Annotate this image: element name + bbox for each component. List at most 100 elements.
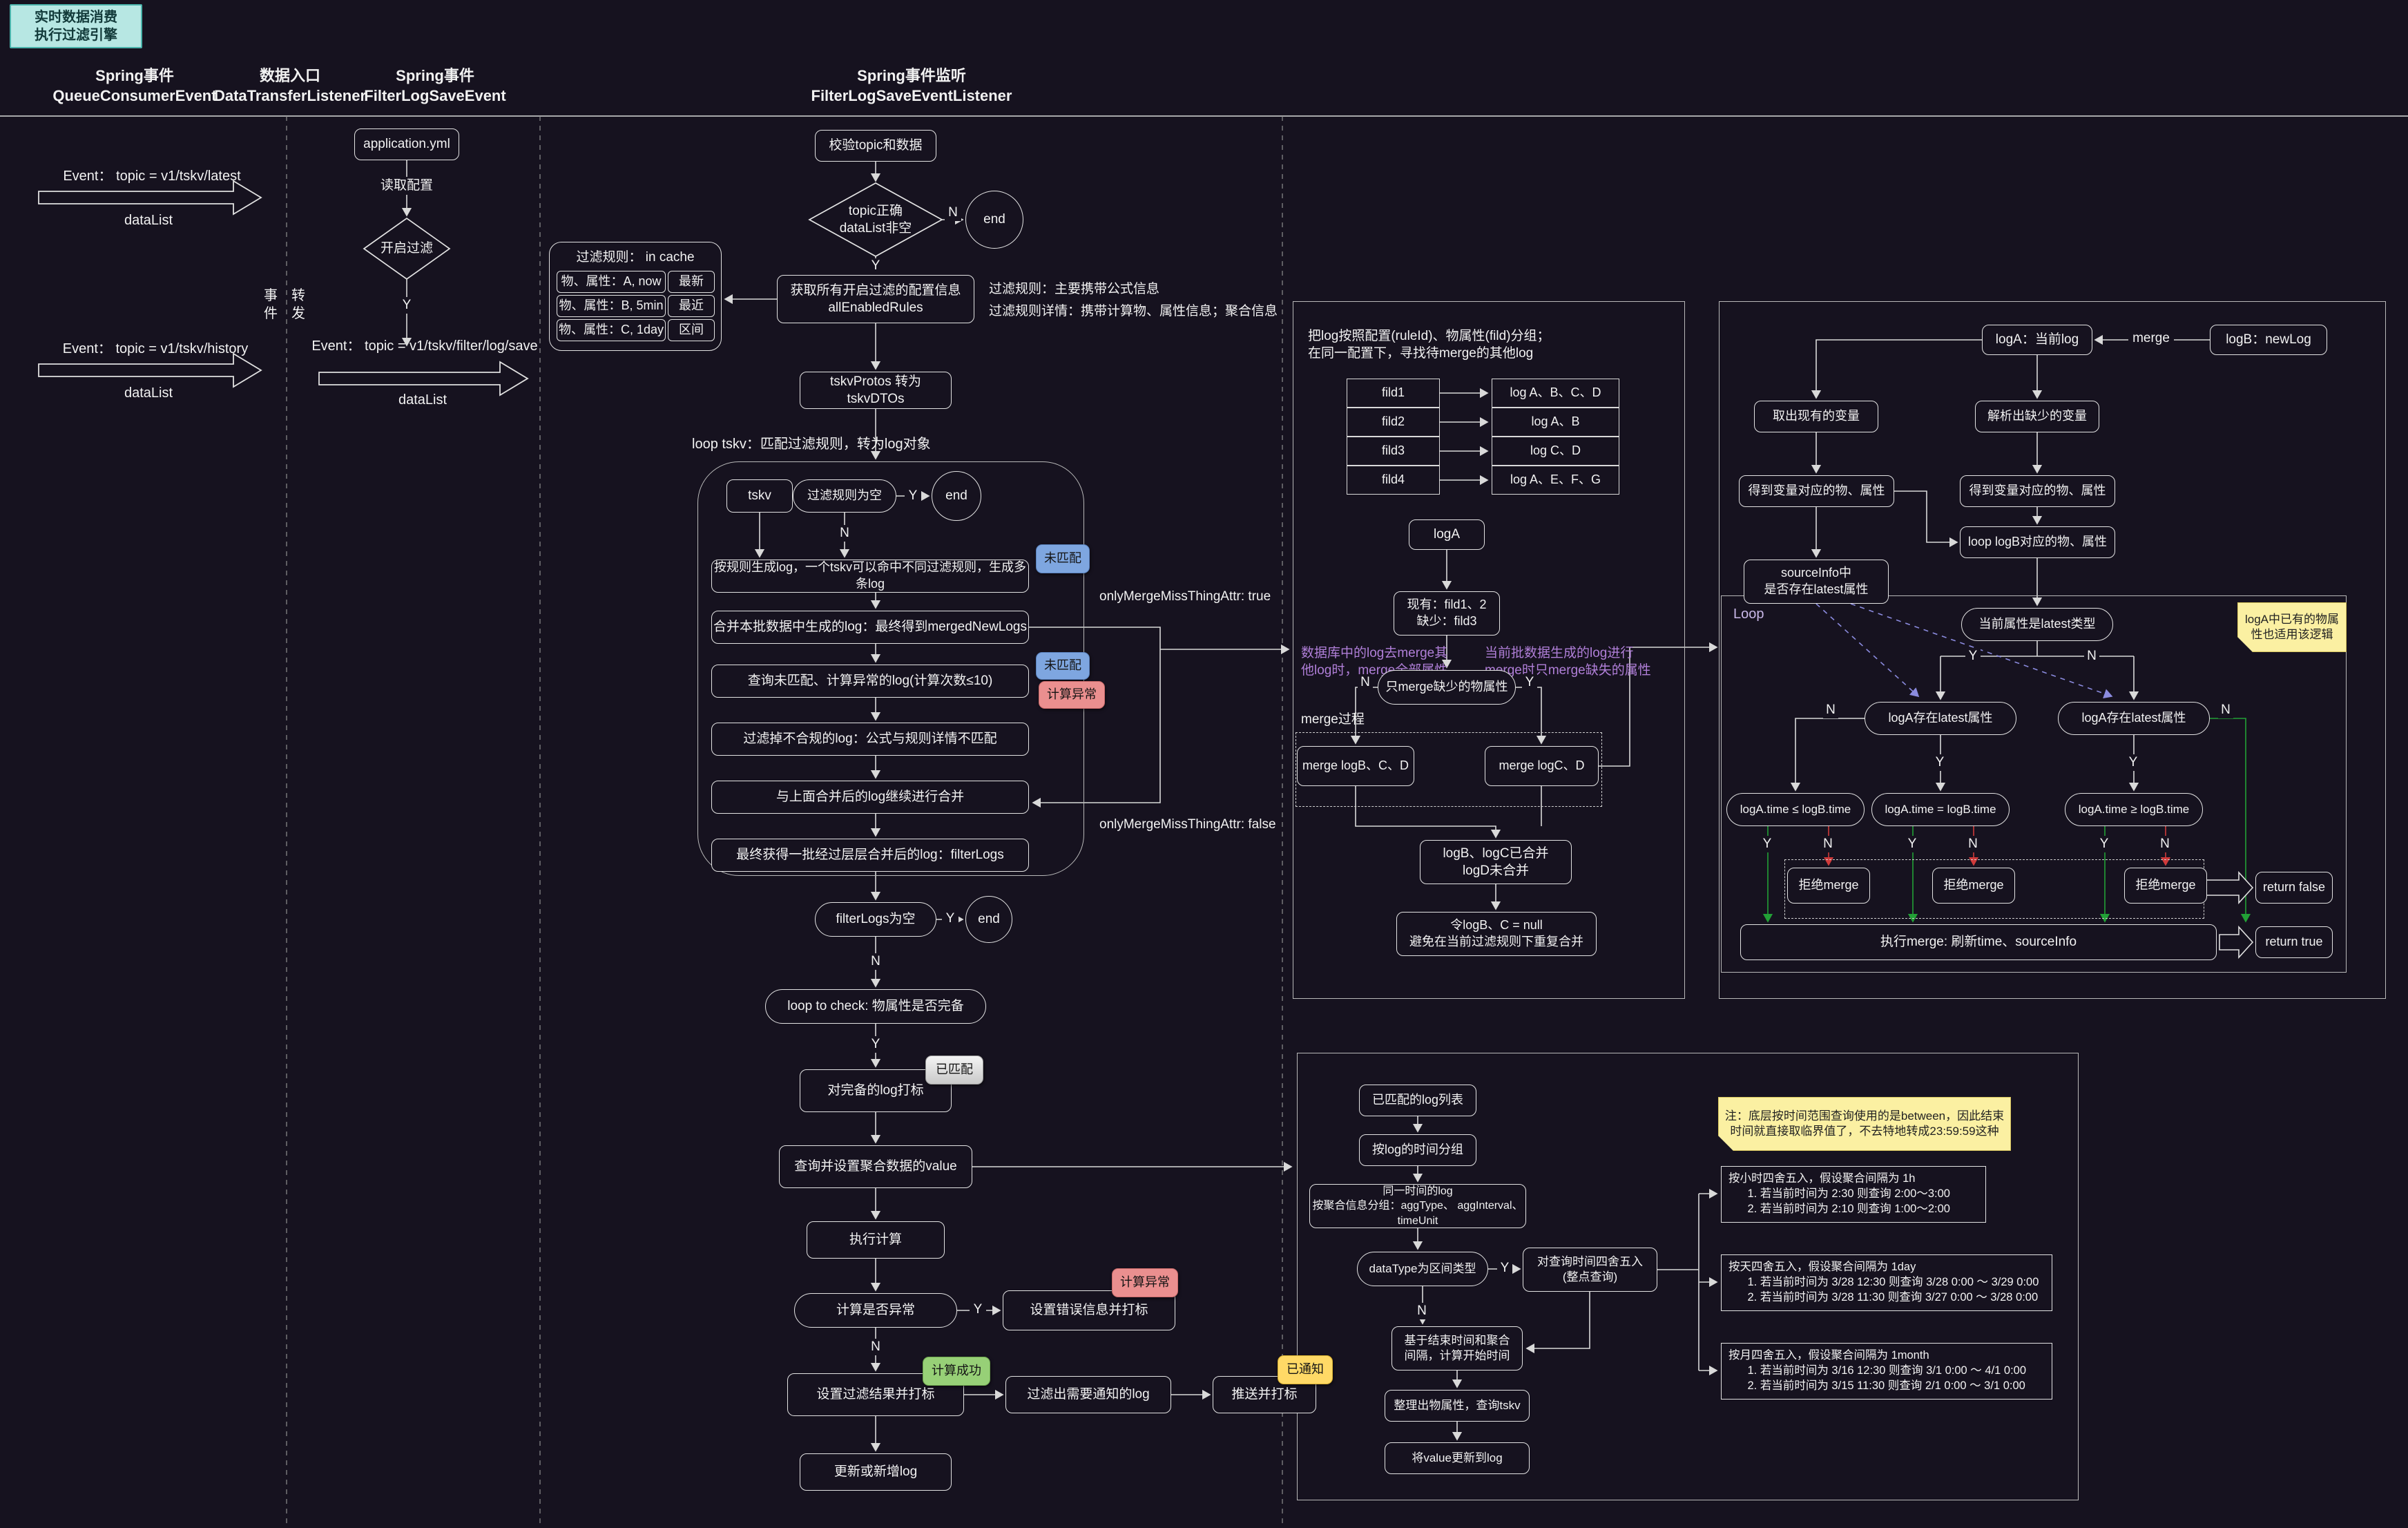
fild2-cell: fild2 — [1347, 408, 1440, 437]
badge-unmatched-1: 未匹配 — [1036, 544, 1090, 573]
cache-title: 过滤规则： in cache — [556, 249, 715, 267]
event-save-label: Event： topic = v1/tskv/filter/log/save — [311, 337, 539, 355]
only-merge-miss-hexagon: 只merge缺少的物属性 — [1378, 670, 1516, 705]
merge-bcd-box: merge logB、C、D — [1297, 746, 1414, 786]
set-null-box: 令logB、C = null避免在当前过滤规则下重复合并 — [1396, 912, 1597, 956]
return-false-box: return false — [2255, 872, 2333, 904]
label-y-rules-empty: Y — [905, 488, 921, 504]
read-config-label: 读取配置 — [378, 177, 436, 195]
label-n-miss: N — [1358, 674, 1373, 691]
label-n-eq: N — [1965, 836, 1981, 852]
label-n-topic: N — [945, 204, 961, 221]
filter-invalid-box: 过滤掉不合规的log：公式与规则详情不匹配 — [711, 723, 1029, 756]
cache-row2-right: 最近 — [668, 295, 715, 317]
cache-row1-left: 物、属性：A, now — [557, 271, 666, 293]
event-latest-datalist: dataList — [97, 211, 200, 229]
note-round-month: 按月四舍五入，假设聚合间隔为 1month 1. 若当前时间为 3/16 12:… — [1721, 1343, 2052, 1400]
label-y-filter-enabled: Y — [398, 297, 415, 314]
label-n-has-latest-left: N — [1823, 702, 1838, 718]
label-y-eq: Y — [1905, 836, 1920, 852]
calc-error-hexagon: 计算是否异常 — [794, 1293, 957, 1328]
decision-filter-enabled-label: 开启过滤 — [364, 218, 450, 279]
loga-has-latest-left: logA存在latest属性 — [1865, 702, 2016, 735]
merged-status-box: logB、logC已合并logD未合并 — [1420, 840, 1572, 884]
label-n-latest-type: N — [2084, 648, 2099, 665]
event-latest-label: Event： topic = v1/tskv/latest — [55, 167, 249, 185]
label-y-topic: Y — [867, 258, 884, 274]
end-ellipse-loop: end — [932, 471, 981, 521]
fild2-logs-cell: log A、B — [1492, 408, 1619, 437]
query-agg-value-box: 查询并设置聚合数据的value — [779, 1145, 972, 1188]
label-n-filterlogs: N — [867, 953, 884, 970]
calc-start-time-box: 基于结束时间和聚合间隔，计算开始时间 — [1391, 1326, 1523, 1371]
label-y-has-latest-right: Y — [2126, 754, 2141, 771]
fild3-logs-cell: log C、D — [1492, 437, 1619, 466]
fild1-logs-cell: log A、B、C、D — [1492, 379, 1619, 408]
badge-matched: 已匹配 — [925, 1056, 983, 1085]
rules-empty-hexagon: 过滤规则为空 — [793, 479, 896, 513]
matched-log-list-box: 已匹配的log列表 — [1359, 1085, 1476, 1116]
label-n-calc-error: N — [867, 1339, 884, 1355]
logb-new-box: logB：newLog — [2210, 325, 2327, 355]
label-y-loop-check: Y — [867, 1036, 884, 1053]
event-arrow-filter-save — [319, 362, 528, 395]
badge-unmatched-2: 未匹配 — [1036, 652, 1090, 680]
execute-calc-box: 执行计算 — [807, 1221, 945, 1259]
vars-to-attrs-left-box: 得到变量对应的物、属性 — [1739, 475, 1894, 507]
label-y-has-latest-left: Y — [1932, 754, 1947, 771]
fild4-cell: fild4 — [1347, 466, 1440, 495]
reject-merge-3: 拒绝merge — [2124, 868, 2207, 904]
fild1-cell: fild1 — [1347, 379, 1440, 408]
cache-row3-left: 物、属性：C, 1day — [557, 319, 666, 341]
label-y-miss: Y — [1522, 674, 1537, 691]
datatype-range-hexagon: dataType为区间类型 — [1357, 1252, 1488, 1286]
inner-loop-label: Loop — [1733, 605, 1789, 623]
fild4-logs-cell: log A、E、F、G — [1492, 466, 1619, 495]
latest-type-hexagon: 当前属性是latest类型 — [1961, 608, 2113, 641]
parse-missing-vars-box: 解析出缺少的变量 — [1975, 401, 2099, 432]
get-enabled-rules-box: 获取所有开启过滤的配置信息allEnabledRules — [777, 275, 974, 323]
cache-row3-right: 区间 — [668, 319, 715, 341]
label-n-rules-empty: N — [836, 525, 853, 542]
label-n-gte: N — [2157, 836, 2173, 852]
realtime-badge: 实时数据消费执行过滤引擎 — [10, 4, 142, 48]
extract-existing-vars-box: 取出现有的变量 — [1754, 401, 1878, 432]
label-n-datatype: N — [1414, 1303, 1429, 1319]
decision-topic-valid-label: topic正确dataList非空 — [809, 183, 942, 256]
merge-process-label: merge过程 — [1301, 712, 1398, 728]
loga-box: logA — [1409, 519, 1485, 550]
loop-tskv-label: loop tskv：匹配过滤规则，转为log对象 — [692, 435, 968, 453]
fild3-cell: fild3 — [1347, 437, 1440, 466]
merge-group-desc: 把log按照配置(ruleId)、物属性(fild)分组；在同一配置下，寻找待m… — [1308, 325, 1674, 365]
cache-row1-right: 最新 — [668, 271, 715, 293]
time-lte-hexagon: logA.time ≤ logB.time — [1726, 793, 1865, 826]
relay-label-forward: 转发 — [289, 285, 308, 325]
application-yml: application.yml — [354, 128, 459, 160]
filterlogs-empty-hexagon: filterLogs为空 — [815, 902, 936, 937]
loga-fields-box: 现有：fild1、2缺少：fild3 — [1394, 591, 1500, 636]
update-insert-log-box: 更新或新增log — [800, 1453, 952, 1491]
merge-with-above-box: 与上面合并后的log继续进行合并 — [711, 781, 1029, 814]
label-y-lte: Y — [1760, 836, 1775, 852]
event-arrow-history — [39, 354, 261, 387]
label-y-calc-error: Y — [970, 1301, 986, 1318]
loop-check-hexagon: loop to check: 物属性是否完备 — [765, 989, 986, 1024]
relay-label-event: 事件 — [261, 285, 280, 325]
lane-header-listener: Spring事件监听FilterLogSaveEventListener — [780, 65, 1043, 106]
end-ellipse-filterlogs: end — [965, 896, 1012, 943]
loga-has-latest-right: logA存在latest属性 — [2058, 702, 2210, 735]
generate-log-box: 按规则生成log，一个tskv可以命中不同过滤规则，生成多条log — [711, 560, 1029, 593]
loop-logb-attrs-box: loop logB对应的物、属性 — [1960, 526, 2115, 558]
time-eq-hexagon: logA.time = logB.time — [1871, 793, 2010, 826]
event-arrow-latest — [39, 181, 261, 214]
round-query-time-box: 对查询时间四舍五入(整点查询) — [1523, 1248, 1657, 1292]
label-n-has-latest-right: N — [2218, 702, 2233, 718]
event-history-datalist: dataList — [97, 384, 200, 402]
vars-to-attrs-right-box: 得到变量对应的物、属性 — [1960, 475, 2115, 507]
reject-merge-1: 拒绝merge — [1787, 868, 1870, 904]
sourceinfo-latest-box: sourceInfo中是否存在latest属性 — [1744, 560, 1889, 604]
end-ellipse-top: end — [965, 191, 1023, 249]
only-merge-false-label: onlyMergeMissThingAttr: false — [1099, 816, 1293, 833]
label-merge: merge — [2128, 330, 2174, 347]
label-y-filterlogs: Y — [942, 910, 959, 927]
